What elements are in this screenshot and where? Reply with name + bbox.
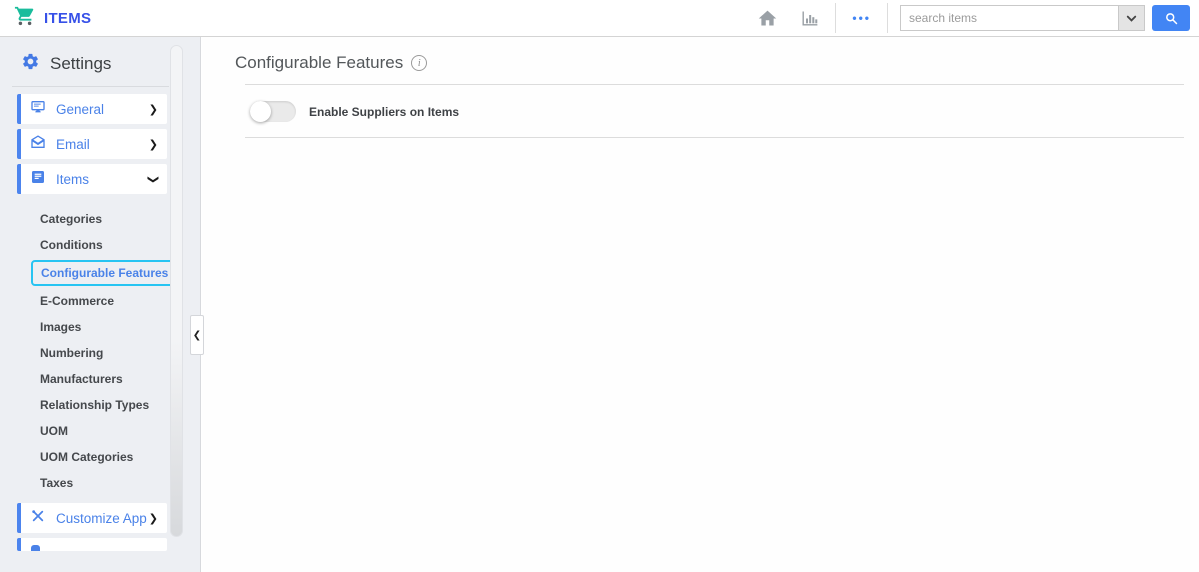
- search-button[interactable]: [1152, 5, 1190, 31]
- cart-icon: [14, 5, 36, 32]
- search-scope-dropdown[interactable]: [1118, 5, 1145, 31]
- partial-item-icon: [31, 545, 40, 551]
- enable-suppliers-setting: Enable Suppliers on Items: [250, 101, 1199, 122]
- sidebar-item-label: Customize App: [56, 510, 147, 526]
- envelope-icon: [30, 134, 46, 155]
- chevron-right-icon: ❯: [148, 512, 158, 525]
- sidebar-title: Settings: [50, 54, 112, 73]
- search-input[interactable]: [900, 5, 1118, 31]
- page-title: Configurable Features: [235, 53, 404, 72]
- divider: [245, 84, 1184, 85]
- list-icon: [30, 169, 46, 190]
- search-icon: [1165, 12, 1177, 24]
- chevron-down-icon: [1126, 15, 1137, 22]
- home-icon[interactable]: [755, 6, 779, 30]
- app-title: ITEMS: [44, 9, 92, 27]
- enable-suppliers-toggle[interactable]: [250, 101, 296, 122]
- header-actions: •••: [755, 3, 1199, 33]
- bar-chart-icon[interactable]: [797, 6, 821, 30]
- info-icon[interactable]: i: [411, 55, 428, 71]
- sidebar-item-customize-app[interactable]: Customize App ❯: [17, 503, 167, 533]
- header-divider: [887, 3, 888, 33]
- page-header: Configurable Features i: [202, 37, 1199, 73]
- sidebar-item-label: Email: [56, 136, 90, 152]
- app-logo[interactable]: ITEMS: [14, 5, 91, 32]
- toggle-knob: [250, 101, 271, 122]
- sidebar-item-items[interactable]: Items ❯: [17, 164, 167, 194]
- sidebar-collapse-handle[interactable]: ❮: [190, 315, 204, 355]
- divider: [245, 137, 1184, 138]
- main-content: Configurable Features i Enable Suppliers…: [202, 37, 1199, 572]
- sidebar-item-label: Items: [56, 171, 90, 187]
- chevron-right-icon: ❯: [148, 138, 158, 151]
- sidebar-item-partial[interactable]: [17, 538, 167, 551]
- sidebar-scrollbar[interactable]: [170, 45, 183, 537]
- sidebar-item-label: General: [56, 101, 105, 117]
- toggle-label: Enable Suppliers on Items: [309, 104, 460, 119]
- gear-icon: [21, 52, 40, 76]
- chevron-down-icon: ❯: [146, 174, 159, 184]
- divider: [12, 86, 169, 87]
- settings-sidebar: Settings General ❯ Email ❯ Items ❯ Categ…: [0, 37, 201, 572]
- monitor-icon: [30, 99, 46, 120]
- more-menu-icon[interactable]: •••: [836, 3, 887, 33]
- chevron-right-icon: ❯: [148, 103, 158, 116]
- search-bar: [900, 5, 1190, 31]
- sidebar-item-email[interactable]: Email ❯: [17, 129, 167, 159]
- sidebar-item-general[interactable]: General ❯: [17, 94, 167, 124]
- top-bar: ITEMS •••: [0, 0, 1199, 37]
- tools-icon: [30, 508, 46, 529]
